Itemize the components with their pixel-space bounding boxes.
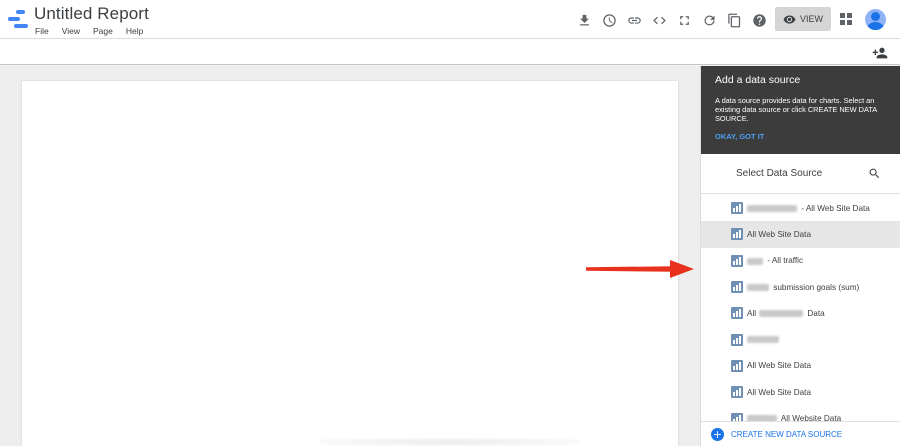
add-circle-icon: +: [711, 427, 724, 441]
select-data-source-label: Select Data Source: [736, 168, 823, 179]
app-header: Untitled Report File View Page Help VIEW: [0, 0, 900, 39]
menu-help[interactable]: Help: [126, 26, 143, 36]
data-source-list: - All Web Site Data All Web Site Data - A…: [701, 195, 900, 421]
data-source-item[interactable]: - All Web Site Data: [701, 195, 900, 221]
tooltip-body: A data source provides data for charts. …: [715, 96, 877, 123]
data-source-item-label: All Website Data: [747, 414, 841, 421]
data-source-item[interactable]: All Web Site Data: [701, 379, 900, 405]
analytics-bar-chart-icon: [731, 228, 743, 241]
account-avatar[interactable]: [865, 9, 886, 30]
data-source-item[interactable]: [701, 326, 900, 352]
analytics-bar-chart-icon: [731, 254, 743, 267]
add-person-icon[interactable]: [872, 45, 888, 61]
link-icon[interactable]: [622, 8, 646, 32]
data-source-item[interactable]: All Website Data: [701, 405, 900, 421]
redacted-text: [747, 204, 797, 212]
data-source-item[interactable]: All Web Site Data: [701, 221, 900, 248]
copy-icon[interactable]: [722, 8, 746, 32]
bottom-shadow: [320, 438, 580, 446]
download-icon[interactable]: [572, 8, 596, 32]
data-source-item-text: All Website Data: [779, 414, 842, 421]
data-source-item-text: submission goals (sum): [771, 282, 860, 292]
data-source-item-label: submission goals (sum): [747, 283, 859, 292]
menu-page[interactable]: Page: [93, 26, 113, 36]
create-new-data-source-label: CREATE NEW DATA SOURCE: [731, 429, 843, 439]
report-page[interactable]: [22, 81, 678, 446]
view-button[interactable]: VIEW: [775, 7, 831, 31]
toolbar: [572, 8, 772, 32]
data-source-item-text: All Web Site Data: [747, 387, 812, 397]
menu-bar: File View Page Help: [35, 26, 156, 36]
data-source-item-label: All Web Site Data: [747, 361, 811, 370]
report-title[interactable]: Untitled Report: [34, 4, 149, 24]
data-source-item-label: All Web Site Data: [747, 388, 811, 397]
data-source-item[interactable]: All Web Site Data: [701, 353, 900, 379]
data-source-panel: Add a data source A data source provides…: [700, 66, 900, 446]
analytics-bar-chart-icon: [731, 412, 743, 421]
analytics-bar-chart-icon: [731, 202, 743, 215]
data-source-item-label: - All Web Site Data: [747, 204, 870, 213]
data-source-item[interactable]: submission goals (sum): [701, 274, 900, 300]
redacted-text: [747, 257, 763, 265]
redacted-text: [747, 336, 779, 344]
create-new-data-source-button[interactable]: + CREATE NEW DATA SOURCE: [701, 421, 900, 446]
analytics-bar-chart-icon: [731, 386, 743, 399]
analytics-bar-chart-icon: [731, 359, 743, 372]
data-source-item-text: All Web Site Data: [747, 361, 812, 371]
embed-icon[interactable]: [647, 8, 671, 32]
data-source-item[interactable]: - All traffic: [701, 248, 900, 274]
search-icon[interactable]: [868, 167, 881, 180]
fullscreen-icon[interactable]: [672, 8, 696, 32]
add-data-source-tooltip: Add a data source A data source provides…: [701, 66, 900, 154]
data-source-header: Select Data Source: [701, 154, 900, 194]
data-source-item-text: - All traffic: [765, 256, 804, 266]
redacted-text: [747, 283, 769, 291]
redacted-text: [759, 310, 804, 318]
data-source-item-label: [747, 335, 781, 344]
data-source-item-text: All: [747, 308, 757, 318]
data-source-item-text: All Web Site Data: [747, 229, 812, 239]
schedule-icon[interactable]: [597, 8, 621, 32]
data-source-item-label: All Data: [747, 309, 825, 318]
analytics-bar-chart-icon: [731, 333, 743, 346]
secondary-toolbar: [0, 40, 900, 65]
data-source-item-text: - All Web Site Data: [799, 203, 870, 213]
analytics-bar-chart-icon: [731, 281, 743, 294]
data-source-item-suffix: Data: [805, 308, 825, 318]
help-icon[interactable]: [747, 8, 771, 32]
tooltip-title: Add a data source: [715, 74, 801, 86]
data-source-item-label: All Web Site Data: [747, 230, 811, 239]
data-studio-logo-icon[interactable]: [8, 10, 28, 28]
view-button-label: VIEW: [799, 14, 823, 24]
data-source-item[interactable]: All Data: [701, 300, 900, 326]
analytics-bar-chart-icon: [731, 307, 743, 320]
annotation-arrow-icon: [586, 260, 694, 278]
menu-view[interactable]: View: [62, 26, 80, 36]
okay-got-it-button[interactable]: OKAY, GOT IT: [715, 132, 887, 141]
menu-file[interactable]: File: [35, 26, 49, 36]
eye-icon: [783, 14, 796, 24]
apps-grid-icon[interactable]: [840, 12, 852, 25]
data-source-item-label: - All traffic: [747, 256, 803, 265]
report-canvas-area: [0, 66, 700, 446]
refresh-icon[interactable]: [697, 8, 721, 32]
